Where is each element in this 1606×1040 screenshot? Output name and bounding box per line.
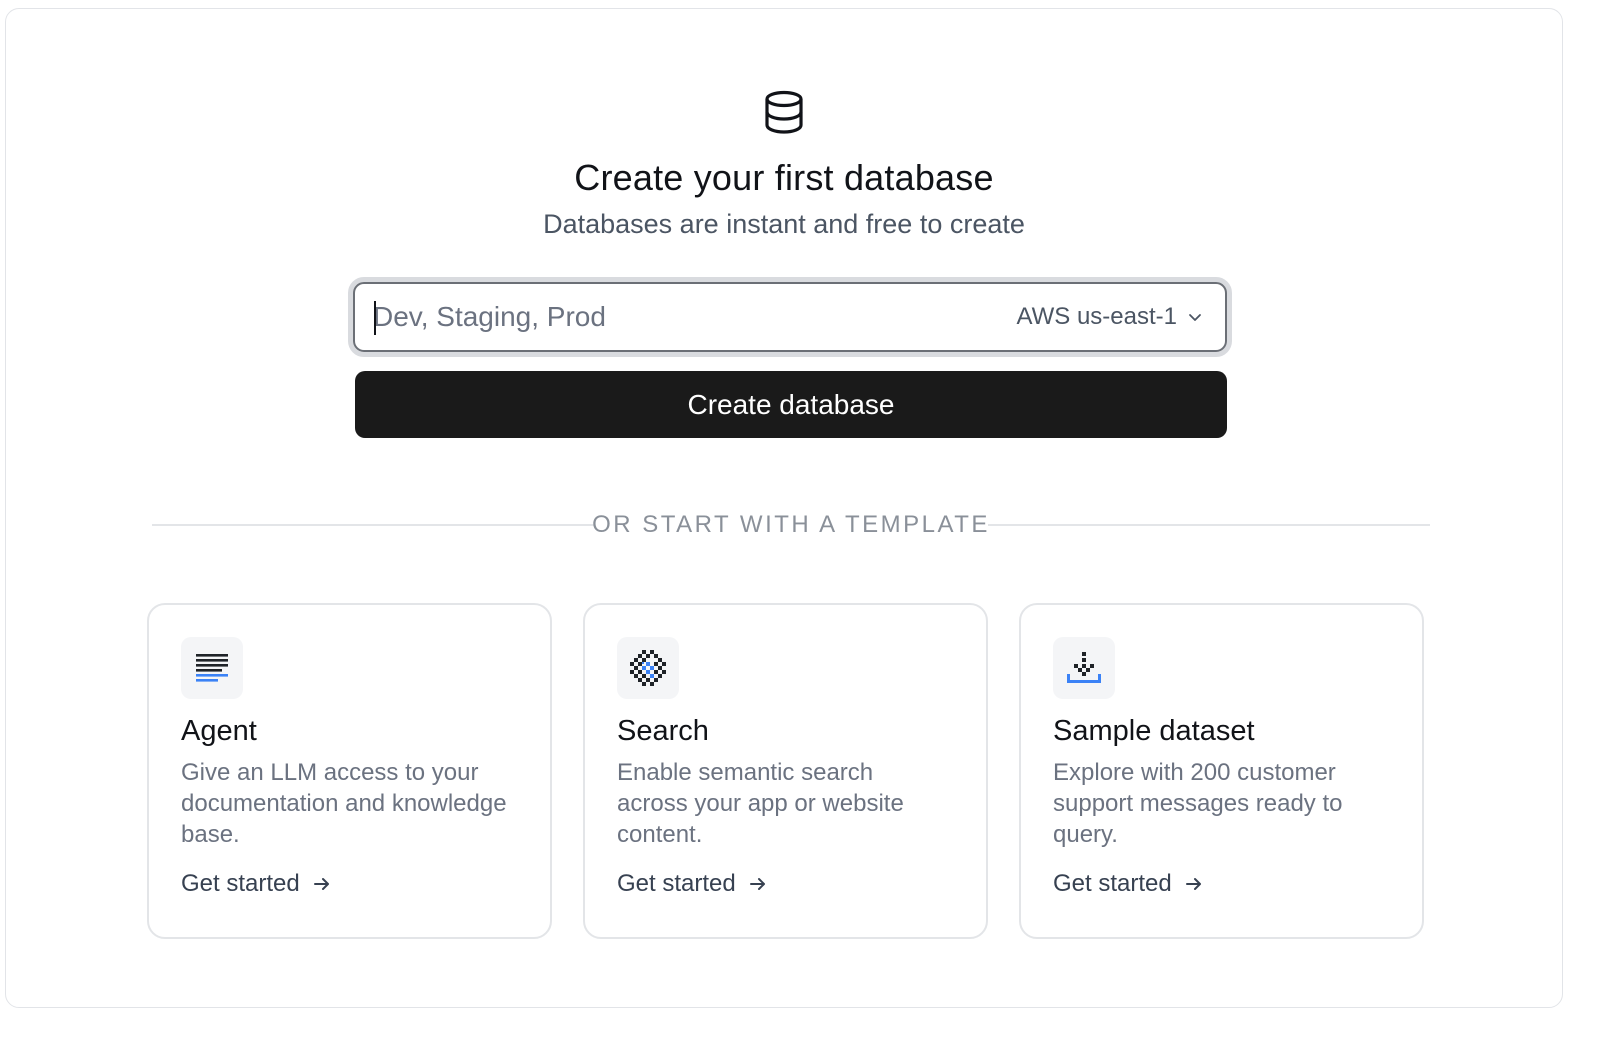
template-title: Search: [617, 715, 709, 747]
search-grid-icon: [630, 650, 666, 686]
region-select-label: AWS us-east-1: [1016, 303, 1178, 330]
template-description: Enable semantic search across your app o…: [617, 759, 904, 848]
template-icon-tile: [617, 637, 679, 699]
divider-line-right: [988, 524, 1430, 526]
template-description: Explore with 200 customer support messag…: [1053, 759, 1343, 848]
text-caret: [374, 301, 376, 335]
get-started-link[interactable]: Get started: [617, 870, 768, 898]
arrow-right-icon: [313, 878, 329, 890]
document-lines-icon: [196, 654, 228, 682]
template-icon-tile: [181, 637, 243, 699]
template-title: Sample dataset: [1053, 715, 1255, 747]
template-description: Give an LLM access to your documentation…: [181, 759, 507, 848]
onboarding-panel: Create your first database Databases are…: [5, 8, 1563, 1008]
get-started-link[interactable]: Get started: [1053, 870, 1204, 898]
arrow-right-icon: [1185, 878, 1201, 890]
template-card-sample-dataset[interactable]: Sample dataset Explore with 200 customer…: [1019, 603, 1424, 939]
get-started-label: Get started: [617, 870, 736, 897]
database-name-field: AWS us-east-1: [348, 277, 1232, 357]
region-select[interactable]: AWS us-east-1: [1017, 284, 1204, 350]
template-icon-tile: [1053, 637, 1115, 699]
chevron-down-icon: [1189, 314, 1201, 321]
template-card-search[interactable]: Search Enable semantic search across you…: [583, 603, 988, 939]
get-started-label: Get started: [1053, 870, 1172, 897]
database-icon: [765, 90, 803, 134]
hero-section: Create your first database Databases are…: [6, 89, 1562, 240]
get-started-link[interactable]: Get started: [181, 870, 332, 898]
template-divider: OR START WITH A TEMPLATE: [152, 509, 1430, 541]
database-name-input[interactable]: [373, 284, 933, 350]
arrow-right-icon: [749, 878, 765, 890]
import-dataset-icon: [1067, 652, 1101, 683]
template-title: Agent: [181, 715, 257, 747]
create-database-button[interactable]: Create database: [355, 371, 1227, 438]
page-subtitle: Databases are instant and free to create: [543, 209, 1025, 239]
page-title: Create your first database: [574, 157, 994, 198]
template-card-agent[interactable]: Agent Give an LLM access to your documen…: [147, 603, 552, 939]
get-started-label: Get started: [181, 870, 300, 897]
